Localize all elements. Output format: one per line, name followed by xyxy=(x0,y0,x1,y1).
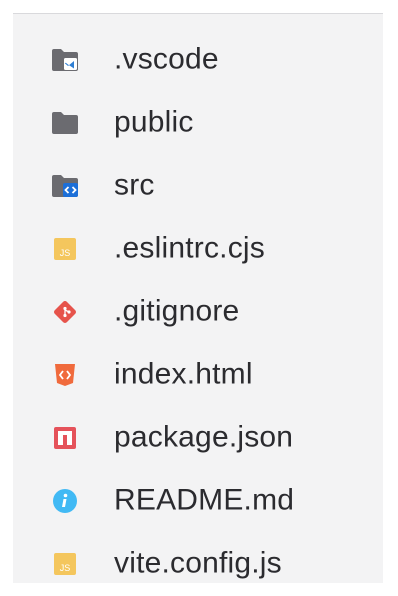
tree-item-eslintrc[interactable]: JS .eslintrc.cjs xyxy=(13,217,383,280)
tree-item-gitignore[interactable]: .gitignore xyxy=(13,280,383,343)
tree-item-label: vite.config.js xyxy=(114,545,282,579)
tree-item-label: public xyxy=(114,104,194,138)
folder-vscode-icon xyxy=(51,46,79,74)
tree-item-label: README.md xyxy=(114,482,295,516)
tree-item-label: .eslintrc.cjs xyxy=(114,230,265,264)
tree-item-label: .vscode xyxy=(114,41,219,75)
tree-item-src[interactable]: src xyxy=(13,154,383,217)
npm-package-icon xyxy=(51,424,79,452)
tree-item-label: index.html xyxy=(114,356,253,390)
tree-item-label: .gitignore xyxy=(114,293,240,327)
folder-src-icon xyxy=(51,172,79,200)
file-explorer-panel: .vscode public src JS .eslintrc.cjs .git… xyxy=(13,13,383,583)
html-file-icon xyxy=(51,361,79,389)
file-tree: .vscode public src JS .eslintrc.cjs .git… xyxy=(13,28,383,595)
tree-item-package-json[interactable]: package.json xyxy=(13,406,383,469)
tree-item-readme[interactable]: README.md xyxy=(13,469,383,532)
tree-item-vscode[interactable]: .vscode xyxy=(13,28,383,91)
folder-icon xyxy=(51,109,79,137)
tree-item-label: src xyxy=(114,167,155,201)
info-icon xyxy=(51,487,79,515)
tree-item-label: package.json xyxy=(114,419,294,453)
tree-item-public[interactable]: public xyxy=(13,91,383,154)
svg-text:JS: JS xyxy=(60,248,71,258)
javascript-file-icon: JS xyxy=(51,550,79,578)
javascript-file-icon: JS xyxy=(51,235,79,263)
git-file-icon xyxy=(51,298,79,326)
tree-item-vite-config[interactable]: JS vite.config.js xyxy=(13,532,383,595)
tree-item-index-html[interactable]: index.html xyxy=(13,343,383,406)
svg-text:JS: JS xyxy=(60,563,71,573)
